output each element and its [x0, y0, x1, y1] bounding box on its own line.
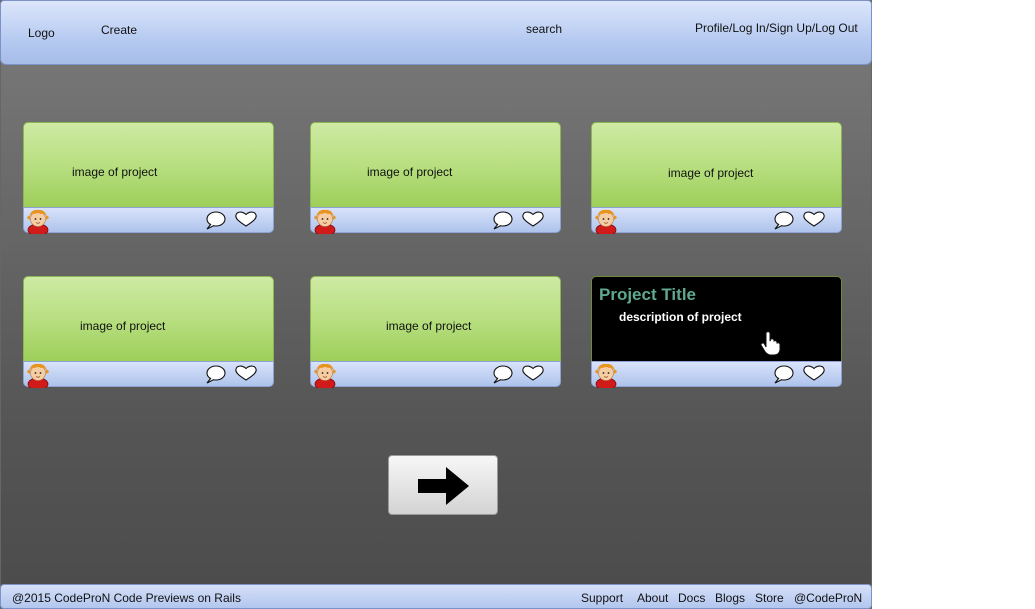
- footer-link-support[interactable]: Support: [581, 591, 623, 605]
- footer-link-twitter[interactable]: @CodeProN: [794, 591, 862, 605]
- heart-icon[interactable]: [521, 210, 545, 228]
- heart-icon[interactable]: [802, 210, 826, 228]
- project-description: description of project: [619, 310, 742, 324]
- avatar-icon[interactable]: [23, 361, 53, 388]
- speech-bubble-icon[interactable]: [204, 210, 226, 230]
- card-footer-bar: [310, 207, 561, 233]
- project-preview-overlay[interactable]: Project Title description of project: [591, 276, 842, 366]
- project-image[interactable]: image of project: [591, 122, 842, 212]
- heart-icon[interactable]: [802, 364, 826, 382]
- project-image[interactable]: image of project: [310, 276, 561, 366]
- top-nav-bar: Logo Create search Profile/Log In/Sign U…: [0, 0, 872, 65]
- footer-link-blogs[interactable]: Blogs: [715, 591, 745, 605]
- project-image-label: image of project: [80, 319, 166, 333]
- speech-bubble-icon[interactable]: [772, 210, 794, 230]
- project-card-hovered: Project Title description of project: [591, 276, 842, 387]
- project-image-label: image of project: [367, 165, 453, 179]
- project-card: image of project: [591, 122, 842, 233]
- footer-link-docs[interactable]: Docs: [678, 591, 705, 605]
- project-image[interactable]: image of project: [23, 276, 274, 366]
- footer-link-store[interactable]: Store: [755, 591, 784, 605]
- next-page-button[interactable]: [388, 455, 498, 515]
- avatar-icon[interactable]: [591, 361, 621, 388]
- speech-bubble-icon[interactable]: [491, 364, 513, 384]
- heart-icon[interactable]: [521, 364, 545, 382]
- card-footer-bar: [23, 361, 274, 387]
- card-footer-bar: [310, 361, 561, 387]
- speech-bubble-icon[interactable]: [772, 364, 794, 384]
- project-image[interactable]: image of project: [23, 122, 274, 212]
- avatar-icon[interactable]: [310, 207, 340, 234]
- footer-bar: @2015 CodeProN Code Previews on Rails Su…: [0, 584, 872, 609]
- card-footer-bar: [591, 361, 842, 387]
- heart-icon[interactable]: [234, 364, 258, 382]
- speech-bubble-icon[interactable]: [204, 364, 226, 384]
- project-title: Project Title: [599, 285, 696, 304]
- search-link[interactable]: search: [526, 22, 562, 36]
- create-link[interactable]: Create: [101, 23, 137, 37]
- logo-link[interactable]: Logo: [28, 26, 55, 40]
- footer-link-about[interactable]: About: [637, 591, 668, 605]
- project-card: image of project: [23, 276, 274, 387]
- hand-pointer-icon: [760, 331, 781, 356]
- project-image-label: image of project: [72, 165, 158, 179]
- project-card: image of project: [310, 276, 561, 387]
- account-links[interactable]: Profile/Log In/Sign Up/Log Out: [695, 21, 858, 35]
- speech-bubble-icon[interactable]: [491, 210, 513, 230]
- project-card: image of project: [310, 122, 561, 233]
- card-footer-bar: [591, 207, 842, 233]
- card-footer-bar: [23, 207, 274, 233]
- project-card: image of project: [23, 122, 274, 233]
- copyright-text: @2015 CodeProN Code Previews on Rails: [12, 591, 241, 605]
- avatar-icon[interactable]: [591, 207, 621, 234]
- project-image-label: image of project: [668, 166, 754, 180]
- right-arrow-icon: [418, 467, 469, 505]
- heart-icon[interactable]: [234, 210, 258, 228]
- avatar-icon[interactable]: [23, 207, 53, 234]
- avatar-icon[interactable]: [310, 361, 340, 388]
- project-image[interactable]: image of project: [310, 122, 561, 212]
- project-image-label: image of project: [386, 319, 472, 333]
